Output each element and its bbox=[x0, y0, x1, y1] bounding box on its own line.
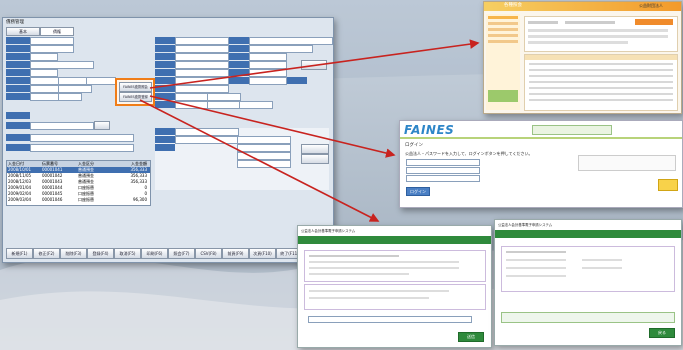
arrow-to-inquiry bbox=[149, 39, 480, 89]
connector-arrows bbox=[139, 39, 480, 222]
arrow-to-faines bbox=[149, 95, 396, 158]
arrow-to-application bbox=[139, 99, 380, 222]
